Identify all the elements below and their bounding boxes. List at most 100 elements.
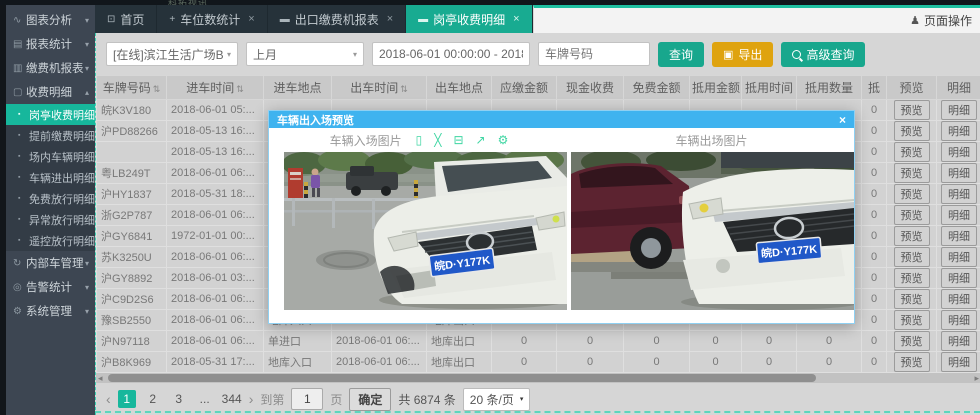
modal-labels-row: 车辆入场图片 ▯ ╳ ⊟ ↗ ⚙ 车辆出场图片 [269, 128, 854, 152]
preview-button[interactable]: 预览 [894, 331, 930, 351]
rotate-icon[interactable]: ▯ [416, 134, 423, 146]
tab-booth-fee-details[interactable]: ▬ 岗亭收费明细 × [406, 5, 532, 33]
sidebar-item-chart-analysis[interactable]: ∿ 图表分析 ▾ [6, 8, 95, 32]
sidebar-item-label: 系统管理 [26, 303, 85, 319]
preview-button[interactable]: 预览 [894, 268, 930, 288]
bullet-icon: ▪ [18, 132, 29, 139]
close-icon[interactable]: × [513, 13, 519, 25]
table-cell: 沪C9D2S6 [97, 289, 167, 310]
plate-search-input[interactable] [538, 42, 650, 66]
advanced-search-button[interactable]: 高级查询 [781, 42, 865, 67]
table-cell: 沪GY8892 [97, 268, 167, 289]
sort-icon[interactable]: ⇅ [236, 84, 244, 94]
detail-button[interactable]: 明细 [941, 205, 977, 225]
venue-select[interactable]: [在线]滨江生活广场BJSH ▾ [106, 42, 238, 66]
plus-icon: + [169, 14, 175, 25]
horizontal-scrollbar[interactable]: ◂ ▸ [96, 373, 980, 383]
sidebar-item-prepay-details[interactable]: ▪ 提前缴费明细 [6, 125, 95, 146]
date-range-input[interactable]: 2018-06-01 00:00:00 - 2018-06-30 2 [372, 42, 530, 66]
column-header: 免费金额 [624, 76, 690, 100]
sidebar-item-free-release-details[interactable]: ▪ 免费放行明细 [6, 188, 95, 209]
preview-button[interactable]: 预览 [894, 352, 930, 372]
close-icon[interactable]: × [387, 13, 393, 25]
detail-button[interactable]: 明细 [941, 331, 977, 351]
preview-button[interactable]: 预览 [894, 226, 930, 246]
close-icon[interactable]: × [839, 113, 846, 127]
close-icon[interactable]: × [248, 13, 254, 25]
preview-button[interactable]: 预览 [894, 184, 930, 204]
detail-button[interactable]: 明细 [941, 226, 977, 246]
confirm-button[interactable]: 确定 [349, 388, 391, 411]
detail-button[interactable]: 明细 [941, 163, 977, 183]
preview-button[interactable]: 预览 [894, 247, 930, 267]
preview-button[interactable]: 预览 [894, 289, 930, 309]
search-button[interactable]: 查询 [658, 42, 704, 67]
page-button[interactable]: 3 [170, 390, 188, 408]
table-cell: 沪PD88266 [97, 121, 167, 142]
page-operations-button[interactable]: 页面操作 [924, 12, 972, 29]
tab-exit-payment-machine-report[interactable]: ▬ 出口缴费机报表 × [268, 5, 406, 33]
preview-button[interactable]: 预览 [894, 100, 930, 120]
table-cell: 0 [742, 331, 797, 352]
sidebar-item-abnormal-release-details[interactable]: ▪ 异常放行明细 [6, 209, 95, 230]
scroll-left-arrow[interactable]: ◂ [98, 373, 103, 383]
scroll-right-arrow[interactable]: ▸ [974, 373, 979, 383]
sidebar-item-onsite-vehicle-details[interactable]: ▪ 场内车辆明细 [6, 146, 95, 167]
per-page-select[interactable]: 20 条/页 ▾ [463, 388, 531, 411]
preview-button[interactable]: 预览 [894, 142, 930, 162]
preview-cell: 预览 [887, 163, 937, 184]
monitor-icon: ⊡ [107, 14, 115, 25]
preview-button[interactable]: 预览 [894, 163, 930, 183]
sidebar-item-label: 场内车辆明细 [29, 149, 95, 165]
sidebar-item-booth-fee-details[interactable]: ▪ 岗亭收费明细 [6, 104, 95, 125]
column-header[interactable]: 车牌号码⇅ [97, 76, 167, 100]
column-header[interactable]: 进车时间⇅ [167, 76, 264, 100]
preview-button[interactable]: 预览 [894, 121, 930, 141]
settings-icon[interactable]: ⚙ [498, 134, 509, 146]
sidebar-item-remote-release-details[interactable]: ▪ 遥控放行明细 [6, 230, 95, 251]
table-row[interactable]: 沪B8K9692018-05-31 17:...地库入口2018-06-01 0… [97, 352, 980, 373]
sort-icon[interactable]: ⇅ [153, 84, 161, 94]
sidebar-item-report-stats[interactable]: ▤ 报表统计 ▾ [6, 32, 95, 56]
table-cell: 地库出口 [427, 352, 492, 373]
page-ellipsis: ... [196, 390, 214, 408]
page-button[interactable]: 2 [144, 390, 162, 408]
detail-button[interactable]: 明细 [941, 142, 977, 162]
detail-button[interactable]: 明细 [941, 352, 977, 372]
sidebar-item-alarm-stats[interactable]: ◎ 告警统计 ▾ [6, 275, 95, 299]
preview-button[interactable]: 预览 [894, 310, 930, 330]
table-cell: 1972-01-01 00:... [167, 226, 264, 247]
sidebar-item-system-management[interactable]: ⚙ 系统管理 ▾ [6, 299, 95, 323]
detail-button[interactable]: 明细 [941, 268, 977, 288]
scrollbar-thumb[interactable] [108, 374, 816, 382]
sidebar-item-internal-vehicles[interactable]: ↻ 内部车管理 ▾ [6, 251, 95, 275]
detail-button[interactable]: 明细 [941, 247, 977, 267]
page-button[interactable]: 1 [118, 390, 136, 408]
detail-button[interactable]: 明细 [941, 184, 977, 204]
page-button[interactable]: 344 [222, 390, 242, 408]
chevron-down-icon: ▾ [85, 16, 89, 25]
period-select[interactable]: 上月 ▾ [246, 42, 364, 66]
column-header[interactable]: 出车时间⇅ [332, 76, 427, 100]
save-icon[interactable]: ⊟ [453, 134, 463, 146]
next-page-button[interactable]: › [249, 391, 254, 407]
detail-button[interactable]: 明细 [941, 121, 977, 141]
detail-button[interactable]: 明细 [941, 310, 977, 330]
sort-icon[interactable]: ⇅ [400, 84, 408, 94]
share-icon[interactable]: ↗ [476, 134, 486, 146]
filter-bar: [在线]滨江生活广场BJSH ▾ 上月 ▾ 2018-06-01 00:00:0… [96, 33, 980, 75]
sidebar-item-vehicle-inout-details[interactable]: ▪ 车辆进出明细 [6, 167, 95, 188]
sidebar-item-fee-details[interactable]: ▢ 收费明细 ▴ [6, 80, 95, 104]
fullscreen-icon[interactable]: ╳ [434, 134, 441, 146]
detail-button[interactable]: 明细 [941, 289, 977, 309]
tab-parking-space-stats[interactable]: + 车位数统计 × [157, 5, 267, 33]
export-button[interactable]: ▣ 导出 [712, 42, 773, 67]
tab-home[interactable]: ⊡ 首页 [95, 5, 157, 33]
sidebar-item-payment-machine-reports[interactable]: ▥ 缴费机报表 ▾ [6, 56, 95, 80]
detail-button[interactable]: 明细 [941, 100, 977, 120]
table-row[interactable]: 沪N971182018-06-01 06:...单进口2018-06-01 06… [97, 331, 980, 352]
goto-page-input[interactable] [291, 388, 323, 410]
prev-page-button[interactable]: ‹ [106, 391, 111, 407]
entry-photo-label: 车辆入场图片 [330, 132, 402, 149]
preview-button[interactable]: 预览 [894, 205, 930, 225]
